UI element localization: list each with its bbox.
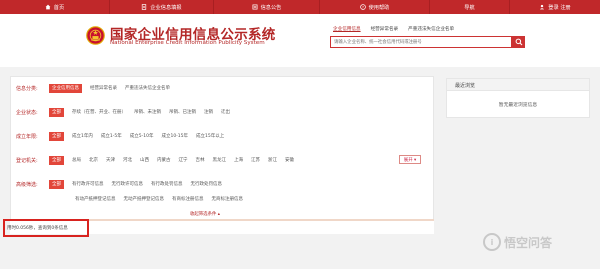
- nav-guide[interactable]: 导航: [430, 0, 510, 14]
- filter-option[interactable]: 成立5-10年: [130, 133, 154, 139]
- nav-notice[interactable]: 信息公告: [214, 0, 320, 14]
- filter-option[interactable]: 有动产抵押登记信息: [75, 196, 116, 202]
- filter-option[interactable]: 无动产抵押登记信息: [124, 196, 165, 202]
- filter-label: 成立年限:: [16, 133, 38, 140]
- filter-row-advanced: 高级筛选: 全部 有行政许可信息 无行政许可信息 有行政处罚信息 无行政处罚信息: [11, 179, 435, 189]
- nav-home[interactable]: 首页: [0, 0, 110, 14]
- nav-help[interactable]: ? 使用帮助: [320, 0, 430, 14]
- filter-option[interactable]: 北京: [89, 157, 98, 163]
- nav-login[interactable]: 登录 注册: [510, 0, 600, 14]
- filter-row-category: 信息分类: 企业信用信息 经营异常名录 严重违法失信企业名单: [11, 83, 435, 93]
- svg-text:?: ?: [362, 5, 364, 9]
- search-tab-abnormal[interactable]: 经营异常名录: [371, 26, 399, 32]
- filter-label: 信息分类:: [16, 85, 38, 92]
- nav-report-label: 企业信息填报: [150, 4, 182, 11]
- filter-option[interactable]: 江苏: [251, 157, 260, 163]
- home-icon: [45, 4, 51, 10]
- search-button[interactable]: [512, 36, 525, 48]
- search-tab-blacklist[interactable]: 严重违法失信企业名单: [408, 26, 454, 32]
- filter-row-advanced-more: 有动产抵押登记信息 无动产抵押登记信息 有商标注册信息 无商标注册信息: [11, 194, 435, 204]
- watermark-text: 悟空问答: [504, 235, 553, 250]
- filter-option[interactable]: 黑龙江: [213, 157, 227, 163]
- expand-button[interactable]: 展开 ▾: [399, 155, 421, 164]
- user-icon: [539, 4, 545, 10]
- recent-title: 最近浏览: [447, 79, 589, 91]
- nav-help-label: 使用帮助: [368, 4, 390, 11]
- filter-option[interactable]: 河北: [123, 157, 132, 163]
- filter-option[interactable]: 有行政处罚信息: [151, 181, 183, 187]
- watermark: i 悟空问答: [483, 233, 552, 251]
- filter-row-authority: 登记机关: 全部 总局 北京 天津 河北 山西 内蒙古 辽宁 吉林 黑龙江 上海…: [11, 155, 435, 165]
- filter-label: 企业状态:: [16, 109, 38, 116]
- filter-label: 高级筛选:: [16, 181, 38, 188]
- filter-option[interactable]: 吉林: [196, 157, 205, 163]
- collapse-filters-link[interactable]: 收起筛选条件 ▴: [190, 211, 220, 217]
- site-title-en: National Enterprise Credit Information P…: [110, 40, 265, 46]
- recent-empty-text: 暂无最近浏览信息: [498, 103, 538, 108]
- filter-option[interactable]: 内蒙古: [157, 157, 171, 163]
- search-tab-credit[interactable]: 企业信用信息: [333, 26, 361, 32]
- filter-option[interactable]: 成立1-5年: [101, 133, 122, 139]
- notice-icon: [252, 4, 258, 10]
- national-emblem-icon: [86, 26, 105, 45]
- filter-option[interactable]: 安徽: [285, 157, 294, 163]
- filter-option[interactable]: 成立1年内: [72, 133, 93, 139]
- filter-option[interactable]: 无行政许可信息: [112, 181, 144, 187]
- search-icon: [515, 38, 522, 46]
- document-icon: [141, 4, 147, 10]
- filter-panel: 信息分类: 企业信用信息 经营异常名录 严重违法失信企业名单 企业状态: 全部 …: [10, 76, 434, 234]
- filter-option[interactable]: 浙江: [268, 157, 277, 163]
- search-input[interactable]: [330, 36, 512, 48]
- nav-report[interactable]: 企业信息填报: [110, 0, 214, 14]
- filter-option[interactable]: 山西: [140, 157, 149, 163]
- filter-option[interactable]: 迁出: [221, 109, 230, 115]
- filter-option[interactable]: 全部: [49, 131, 64, 141]
- nav-notice-label: 信息公告: [260, 4, 282, 11]
- nav-home-label: 首页: [53, 4, 65, 11]
- filter-option[interactable]: 经营异常名录: [90, 85, 117, 91]
- filter-option[interactable]: 严重违法失信企业名单: [125, 85, 170, 91]
- filter-option[interactable]: 企业信用信息: [49, 83, 82, 93]
- nav-login-label: 登录 注册: [548, 4, 571, 11]
- filter-option[interactable]: 无商标注册信息: [212, 196, 244, 202]
- filter-option[interactable]: 有行政许可信息: [72, 181, 104, 187]
- result-status-text: 用时0.056秒，查询到0条信息: [7, 226, 68, 231]
- filter-option[interactable]: 有商标注册信息: [172, 196, 204, 202]
- filter-option[interactable]: 天津: [106, 157, 115, 163]
- filter-option[interactable]: 辽宁: [179, 157, 188, 163]
- filter-option[interactable]: 注销: [204, 109, 213, 115]
- filter-row-status: 企业状态: 全部 存续（在营、开业、在册） 吊销、未注销 吊销、已注销 注销 迁…: [11, 107, 435, 117]
- filter-option[interactable]: 成立10-15年: [161, 133, 188, 139]
- filter-option[interactable]: 存续（在营、开业、在册）: [72, 109, 126, 115]
- filter-option[interactable]: 上海: [234, 157, 243, 163]
- watermark-logo-icon: i: [483, 233, 501, 251]
- top-nav: 首页 企业信息填报 信息公告 ? 使用帮助 导航 登录 注册: [0, 0, 600, 14]
- filter-row-age: 成立年限: 全部 成立1年内 成立1-5年 成立5-10年 成立10-15年 成…: [11, 131, 435, 141]
- nav-guide-label: 导航: [464, 4, 475, 11]
- recent-panel: 最近浏览 暂无最近浏览信息: [446, 78, 590, 118]
- filter-label: 登记机关:: [16, 157, 38, 164]
- help-icon: ?: [359, 4, 366, 10]
- search-tabs: 企业信用信息 经营异常名录 严重违法失信企业名单: [333, 26, 464, 32]
- filter-option[interactable]: 无行政处罚信息: [191, 181, 223, 187]
- filter-option[interactable]: 全部: [49, 107, 64, 117]
- filter-option[interactable]: 全部: [49, 179, 64, 189]
- filter-option[interactable]: 吊销、未注销: [134, 109, 161, 115]
- filter-option[interactable]: 成立15年以上: [196, 133, 224, 139]
- filter-option[interactable]: 吊销、已注销: [169, 109, 196, 115]
- filter-option[interactable]: 总局: [72, 157, 81, 163]
- filter-option[interactable]: 全部: [49, 155, 64, 165]
